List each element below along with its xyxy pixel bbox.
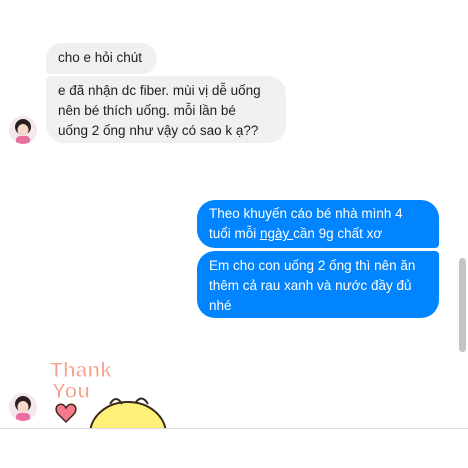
composer-divider (0, 428, 468, 429)
sticker-text-you: You (52, 380, 90, 403)
message-text-line: Theo khuyến cáo bé nhà mình 4 (209, 206, 403, 221)
sticker-image: Thank You (50, 359, 167, 428)
message-bubble-incoming[interactable]: e đã nhận dc fiber. mùi vị dễ uống nên b… (46, 76, 286, 143)
avatar-image (9, 393, 37, 421)
message-text-line: Em cho con uống 2 ống thì nên ăn (209, 258, 416, 273)
contact-avatar[interactable] (9, 393, 37, 421)
message-bubble-outgoing[interactable]: Theo khuyến cáo bé nhà mình 4 tuổi mỗi n… (197, 200, 439, 248)
heart-icon (55, 403, 77, 424)
message-text-line: uống 2 ống như vậy có sao k ạ?? (58, 123, 259, 138)
sticker-character-body (89, 401, 167, 428)
message-text-line: e đã nhận dc fiber. mùi vị dễ uống (58, 83, 261, 98)
message-text-fragment: tuổi mỗi (209, 226, 261, 241)
date-link[interactable]: ngày (260, 226, 293, 241)
avatar-image (9, 116, 37, 144)
message-text: cho e hỏi chút (58, 50, 143, 65)
sticker-text-thank: Thank (50, 359, 112, 382)
contact-avatar[interactable] (9, 116, 37, 144)
message-bubble-outgoing[interactable]: Em cho con uống 2 ống thì nên ăn thêm cả… (197, 251, 439, 318)
message-text-fragment: cần 9g chất xơ (293, 226, 383, 241)
message-bubble-incoming[interactable]: cho e hỏi chút (46, 43, 157, 74)
scrollbar-thumb[interactable] (459, 258, 466, 352)
message-text-line: nhé (209, 298, 232, 313)
thank-you-sticker[interactable]: Thank You (44, 352, 174, 428)
message-text-line: thêm cả rau xanh và nước đầy đủ (209, 278, 412, 293)
message-text-line: nên bé thích uống. mỗi lần bé (58, 103, 236, 118)
message-text-line: tuổi mỗi ngày cần 9g chất xơ (209, 224, 427, 244)
